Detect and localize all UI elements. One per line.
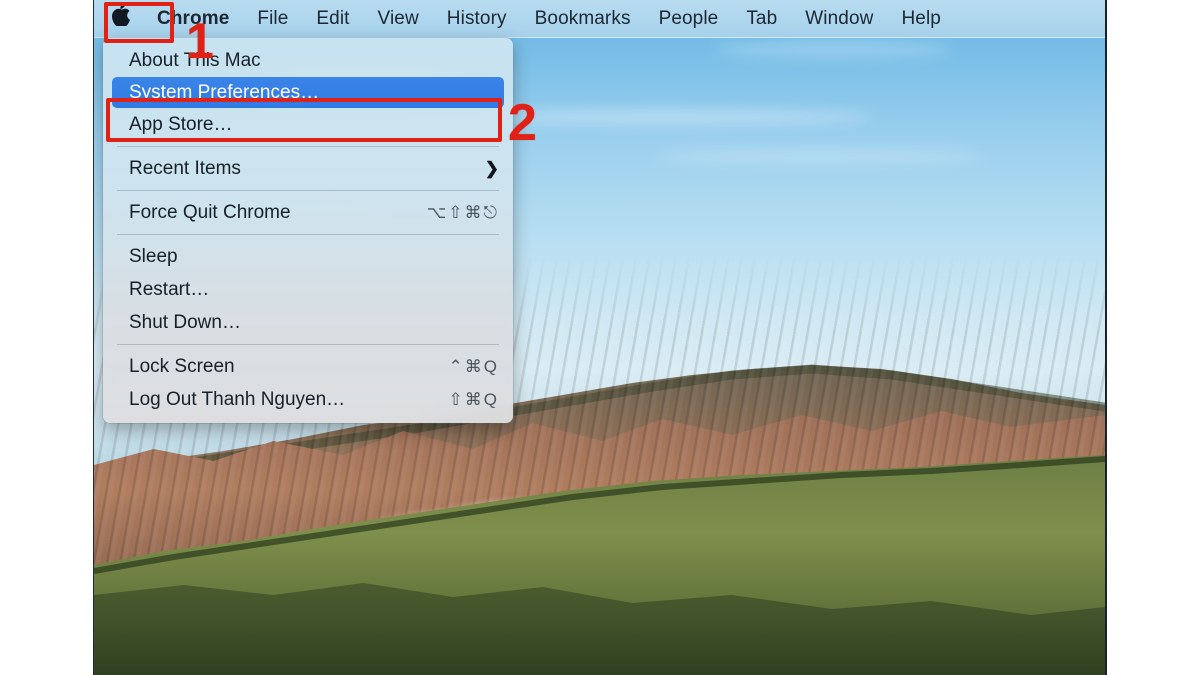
menu-item-label: Force Quit Chrome xyxy=(129,201,291,223)
menu-item-sleep[interactable]: Sleep xyxy=(103,240,513,273)
macos-desktop: Chrome File Edit View History Bookmarks … xyxy=(93,0,1107,675)
menu-item-label: System Preferences… xyxy=(129,81,320,103)
menu-bar-item-file[interactable]: File xyxy=(243,0,302,38)
apple-menu-button[interactable] xyxy=(94,3,147,32)
macos-menu-bar: Chrome File Edit View History Bookmarks … xyxy=(94,0,1105,38)
menu-item-label: Restart… xyxy=(129,278,210,300)
menu-item-log-out[interactable]: Log Out Thanh Nguyen… ⇧⌘Q xyxy=(103,383,513,416)
menu-item-label: Shut Down… xyxy=(129,311,241,333)
menu-bar-item-bookmarks[interactable]: Bookmarks xyxy=(521,0,645,38)
cloud-wisp xyxy=(714,40,954,58)
menu-bar-item-history[interactable]: History xyxy=(433,0,521,38)
screenshot-root: Chrome File Edit View History Bookmarks … xyxy=(0,0,1200,675)
chevron-right-icon: ❯ xyxy=(484,158,499,178)
menu-item-shortcut: ⌥⇧⌘⎋ xyxy=(426,202,499,222)
menu-bar-item-people[interactable]: People xyxy=(645,0,733,38)
menu-item-label: Sleep xyxy=(129,245,178,267)
menu-bar-item-tab[interactable]: Tab xyxy=(732,0,791,38)
green-foothills xyxy=(94,445,1105,675)
apple-logo-icon xyxy=(111,3,131,30)
cloud-wisp xyxy=(654,150,984,162)
menu-item-shortcut: ⌃⌘Q xyxy=(448,356,499,376)
menu-item-shortcut: ⇧⌘Q xyxy=(448,389,499,409)
menu-item-force-quit-chrome[interactable]: Force Quit Chrome ⌥⇧⌘⎋ xyxy=(103,196,513,229)
menu-item-label: Log Out Thanh Nguyen… xyxy=(129,388,346,410)
menu-separator xyxy=(117,344,499,345)
menu-item-shut-down[interactable]: Shut Down… xyxy=(103,306,513,339)
menu-separator xyxy=(117,190,499,191)
menu-separator xyxy=(117,234,499,235)
apple-dropdown-menu: About This Mac System Preferences… App S… xyxy=(103,38,513,423)
menu-item-lock-screen[interactable]: Lock Screen ⌃⌘Q xyxy=(103,350,513,383)
menu-item-label: Recent Items xyxy=(129,157,241,179)
menu-item-app-store[interactable]: App Store… xyxy=(103,108,513,141)
menu-bar-item-view[interactable]: View xyxy=(364,0,433,38)
menu-item-restart[interactable]: Restart… xyxy=(103,273,513,306)
menu-item-label: App Store… xyxy=(129,113,233,135)
menu-separator xyxy=(117,146,499,147)
menu-item-label: Lock Screen xyxy=(129,355,235,377)
menu-bar-item-chrome[interactable]: Chrome xyxy=(147,0,243,38)
menu-bar-item-window[interactable]: Window xyxy=(791,0,887,38)
menu-bar-item-edit[interactable]: Edit xyxy=(302,0,363,38)
menu-item-system-preferences[interactable]: System Preferences… xyxy=(112,77,504,108)
cloud-wisp xyxy=(454,110,874,124)
menu-item-label: About This Mac xyxy=(129,49,261,71)
menu-bar-item-help[interactable]: Help xyxy=(887,0,954,38)
menu-item-about-this-mac[interactable]: About This Mac xyxy=(103,44,513,77)
menu-item-recent-items[interactable]: Recent Items ❯ xyxy=(103,152,513,185)
